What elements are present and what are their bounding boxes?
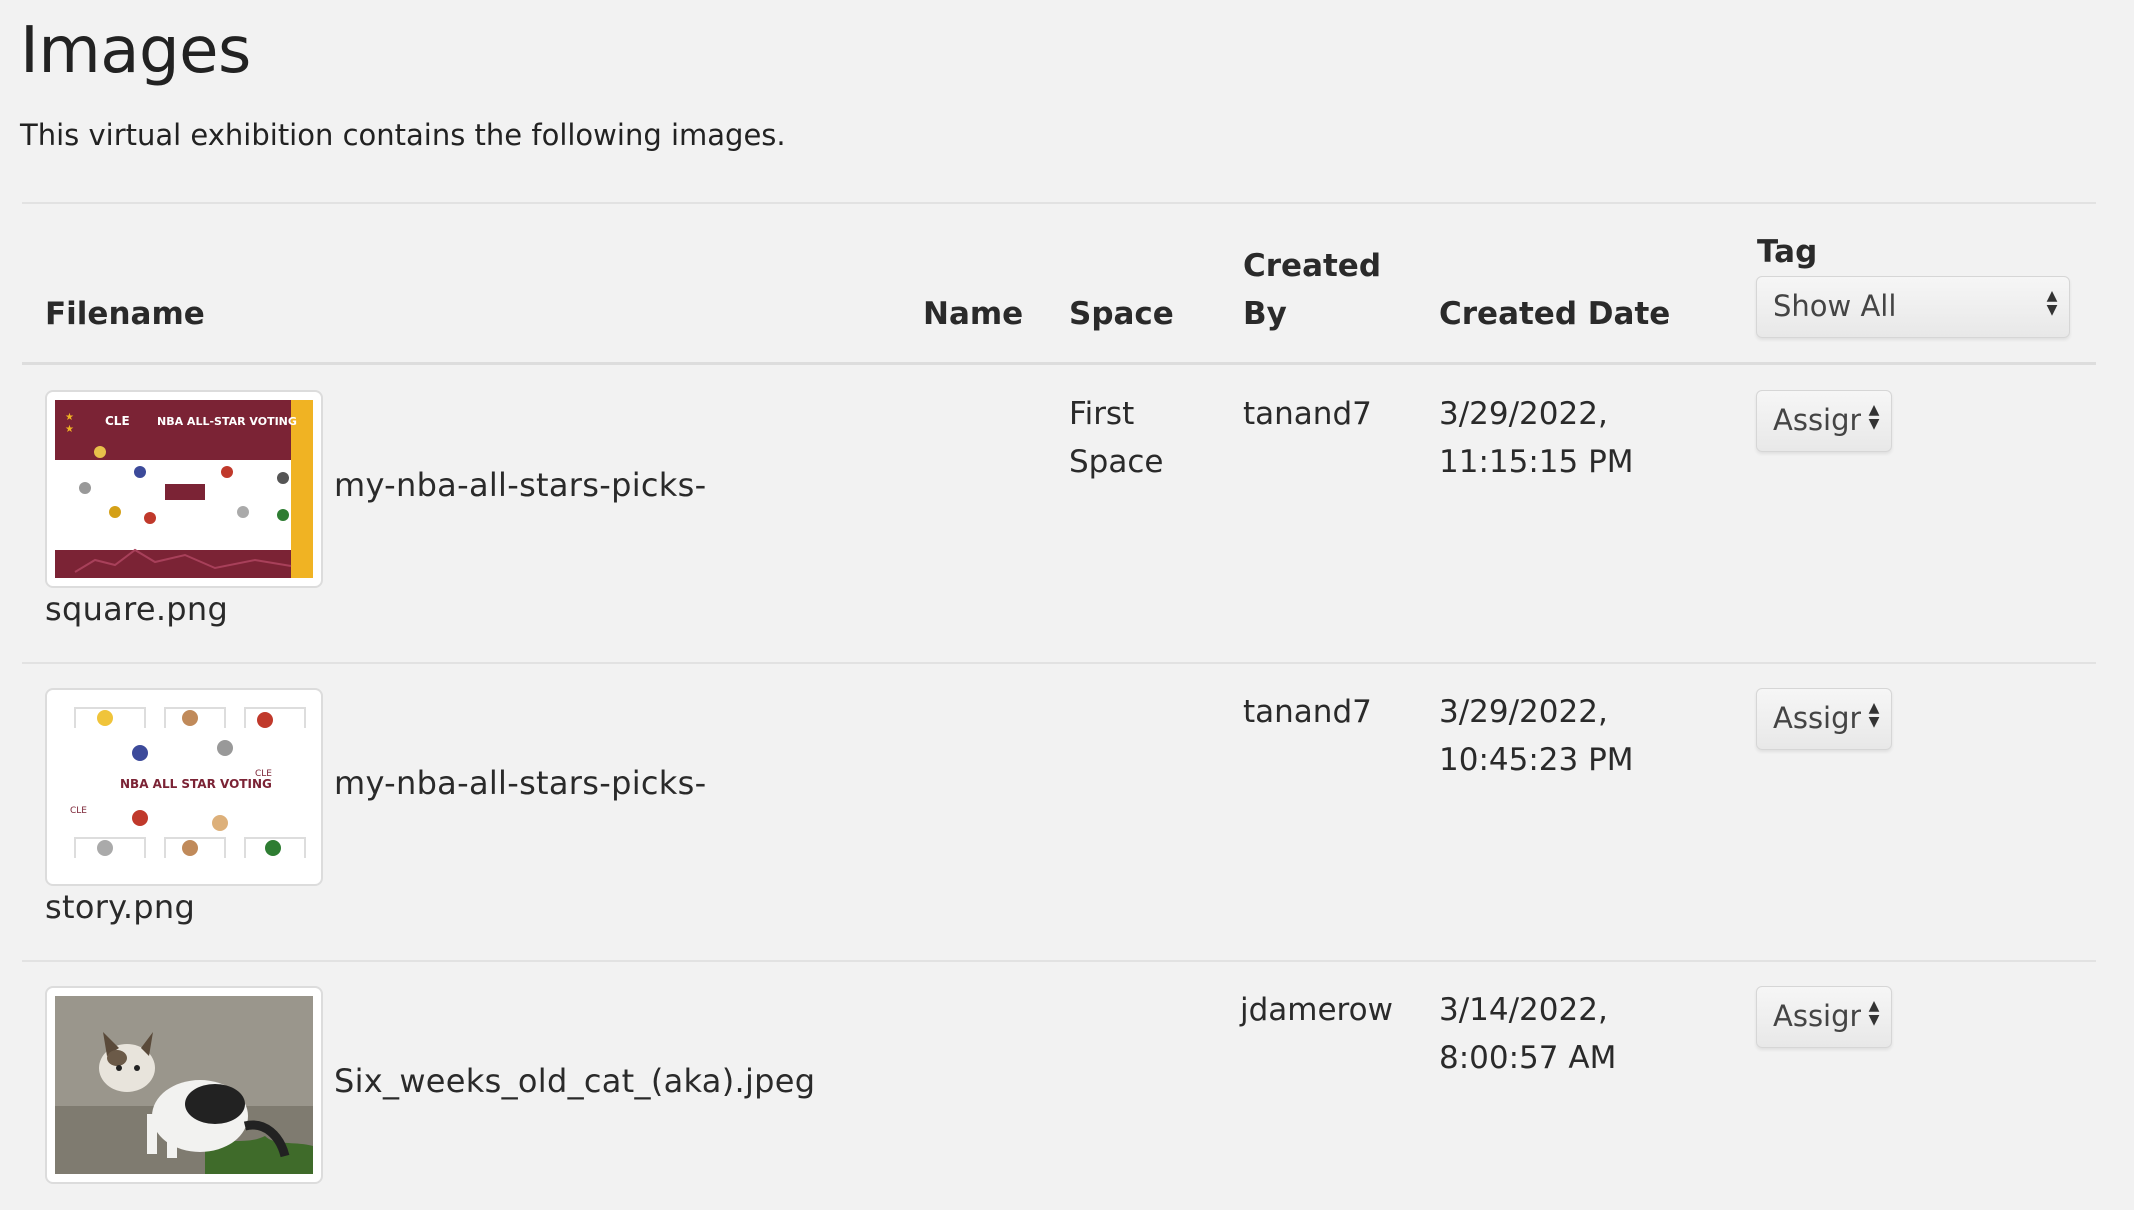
nba-all-star-voting-square-image: CLE NBA ALL-STAR VOTING ★ ★ xyxy=(55,400,313,578)
filename-text[interactable]: Six_weeks_old_cat_(aka).jpeg xyxy=(334,1062,815,1100)
svg-text:CLE: CLE xyxy=(70,806,87,816)
row-divider xyxy=(22,960,2096,962)
created-date-cell: 3/29/2022, 11:15:15 PM xyxy=(1439,390,1634,486)
svg-text:CLE: CLE xyxy=(105,414,130,428)
thumbnail-nba-square[interactable]: CLE NBA ALL-STAR VOTING ★ ★ xyxy=(45,390,323,588)
thumbnail-nba-story[interactable]: NBA ALL STAR VOTING CLE CLE xyxy=(45,688,323,886)
svg-text:NBA ALL-STAR VOTING: NBA ALL-STAR VOTING xyxy=(157,415,297,428)
created-date-cell: 3/29/2022, 10:45:23 PM xyxy=(1439,688,1634,784)
tag-assign-select[interactable]: Assign ▲ ▼ xyxy=(1756,986,1892,1048)
space-cell: First Space xyxy=(1069,390,1163,486)
created-date-cell: 3/14/2022, 8:00:57 AM xyxy=(1439,986,1616,1082)
filename-text[interactable]: my-nba-all-stars-picks- xyxy=(334,466,706,504)
date-line2: 10:45:23 PM xyxy=(1439,742,1634,778)
kitten-photo-image xyxy=(55,996,313,1174)
svg-text:★: ★ xyxy=(65,424,74,435)
select-arrows-icon: ▲ ▼ xyxy=(2046,288,2058,318)
date-line2: 8:00:57 AM xyxy=(1439,1040,1617,1076)
created-by-cell: jdamerow xyxy=(1240,992,1393,1028)
select-arrows-icon: ▲ ▼ xyxy=(1868,402,1880,432)
filename-text-continued[interactable]: square.png xyxy=(45,590,228,628)
tag-assign-select[interactable]: Assign ▲ ▼ xyxy=(1756,688,1892,750)
date-line1: 3/29/2022, xyxy=(1439,396,1608,432)
page-title: Images xyxy=(20,14,251,88)
nba-all-star-voting-story-image: NBA ALL STAR VOTING CLE CLE xyxy=(55,698,313,876)
date-line2: 11:15:15 PM xyxy=(1439,444,1634,480)
space-line2: Space xyxy=(1069,444,1164,480)
header-created-date[interactable]: Created Date xyxy=(1439,290,1670,338)
svg-text:★: ★ xyxy=(65,412,74,423)
page-intro: This virtual exhibition contains the fol… xyxy=(20,118,786,152)
header-filename[interactable]: Filename xyxy=(45,290,205,338)
tag-assign-value: Assign xyxy=(1773,701,1861,735)
row-divider xyxy=(22,662,2096,664)
tag-filter-value: Show All xyxy=(1773,289,1897,323)
header-created-by-line2: By xyxy=(1243,296,1287,332)
filename-text-continued[interactable]: story.png xyxy=(45,888,195,926)
images-page: Images This virtual exhibition contains … xyxy=(0,0,2134,1210)
header-tag: Tag xyxy=(1757,234,1818,270)
svg-text:NBA ALL STAR VOTING: NBA ALL STAR VOTING xyxy=(120,777,272,791)
tag-filter-select[interactable]: Show All ▲ ▼ xyxy=(1756,276,2070,338)
thumbnail-kitten[interactable] xyxy=(45,986,323,1184)
divider xyxy=(22,202,2096,204)
header-divider xyxy=(22,362,2096,365)
header-created-by[interactable]: Created By xyxy=(1243,242,1381,338)
select-arrows-icon: ▲ ▼ xyxy=(1868,700,1880,730)
tag-assign-value: Assign xyxy=(1773,999,1861,1033)
filename-text[interactable]: my-nba-all-stars-picks- xyxy=(334,764,706,802)
svg-text:CLE: CLE xyxy=(255,769,272,779)
date-line1: 3/29/2022, xyxy=(1439,694,1608,730)
tag-assign-value: Assign xyxy=(1773,403,1861,437)
date-line1: 3/14/2022, xyxy=(1439,992,1608,1028)
header-space[interactable]: Space xyxy=(1069,290,1174,338)
created-by-cell: tanand7 xyxy=(1243,396,1372,432)
tag-assign-select[interactable]: Assign ▲ ▼ xyxy=(1756,390,1892,452)
space-line1: First xyxy=(1069,396,1135,432)
header-name[interactable]: Name xyxy=(923,290,1023,338)
select-arrows-icon: ▲ ▼ xyxy=(1868,998,1880,1028)
created-by-cell: tanand7 xyxy=(1243,694,1372,730)
header-created-by-line1: Created xyxy=(1243,248,1382,284)
